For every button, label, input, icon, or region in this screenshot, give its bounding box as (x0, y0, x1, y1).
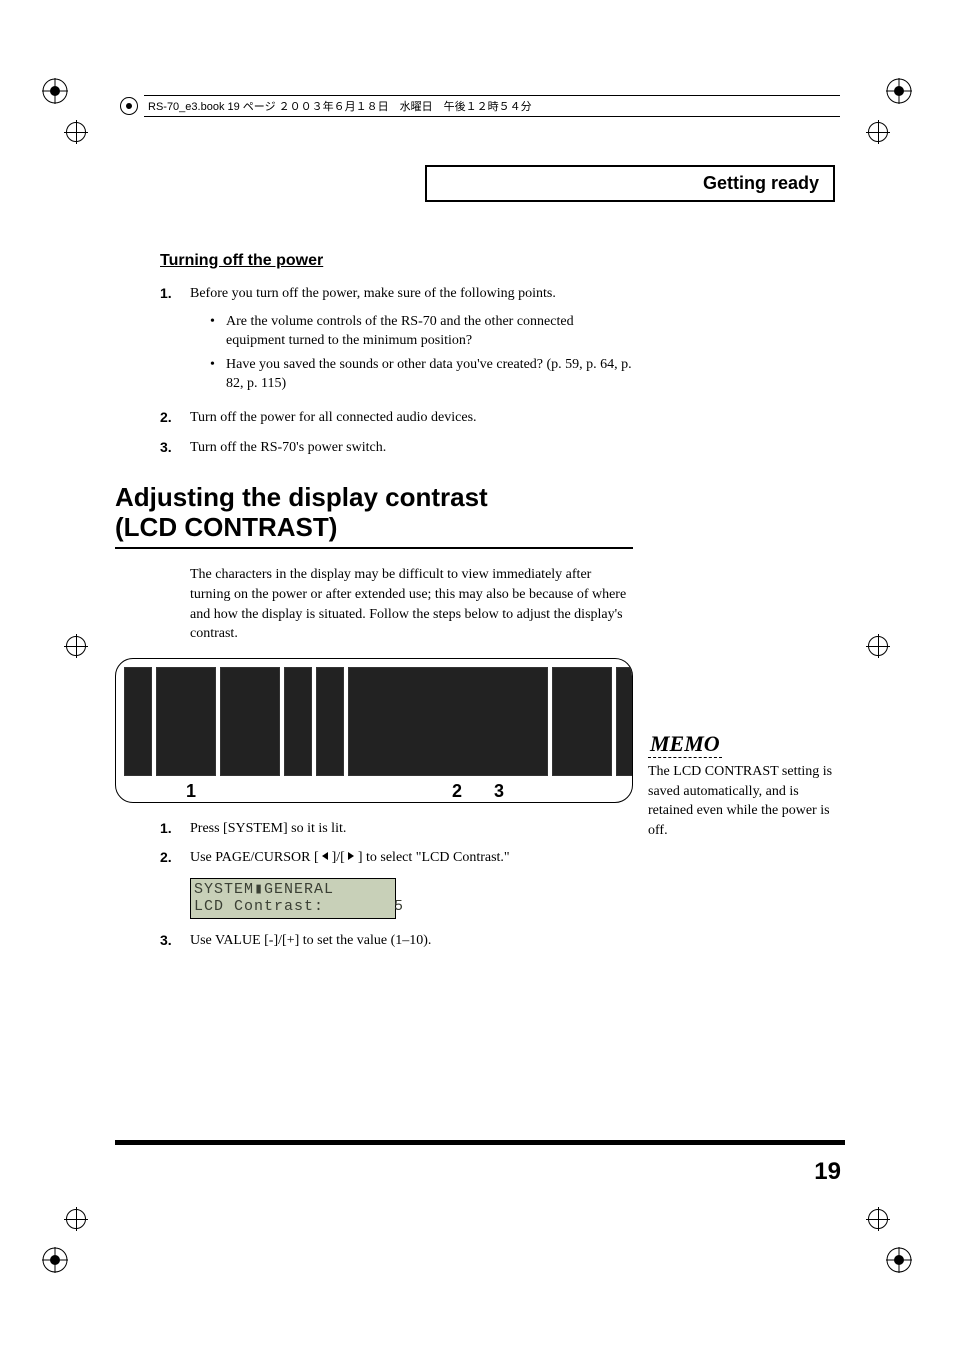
bullet-icon: • (210, 312, 226, 351)
step-text: Turn off the power for all connected aud… (190, 408, 635, 428)
sub-item: Have you saved the sounds or other data … (226, 355, 635, 394)
diagram-callout-2: 2 (452, 781, 462, 802)
bullet-icon: • (210, 355, 226, 394)
memo-text: The LCD CONTRAST setting is saved automa… (648, 762, 846, 840)
heading-rule (115, 547, 633, 550)
step-number: 1. (160, 819, 190, 839)
footer-rule (115, 1140, 845, 1145)
step-text: Use PAGE/CURSOR [ ]/[ ] to select "LCD C… (190, 848, 635, 868)
target-icon (120, 97, 138, 115)
intro-paragraph: The characters in the display may be dif… (190, 565, 635, 643)
step-number: 2. (160, 408, 190, 428)
diagram-callout-3: 3 (494, 781, 504, 802)
lcd-screenshot: SYSTEM▮GENERAL LCD Contrast: 5 (190, 878, 396, 919)
page-number: 19 (814, 1158, 841, 1186)
step-text: Turn off the RS-70's power switch. (190, 438, 635, 458)
memo-label: MEMO (648, 731, 722, 758)
memo-sidebar: MEMO The LCD CONTRAST setting is saved a… (648, 731, 846, 840)
step-text: Use VALUE [-]/[+] to set the value (1–10… (190, 931, 635, 951)
chapter-title: Getting ready (703, 173, 819, 193)
step-number: 2. (160, 848, 190, 868)
sub-item: Are the volume controls of the RS-70 and… (226, 312, 635, 351)
step-text: Before you turn off the power, make sure… (190, 286, 556, 301)
section-heading-power-off: Turning off the power (160, 252, 845, 270)
step-number: 1. (160, 284, 190, 398)
chapter-header: Getting ready (425, 165, 835, 202)
framemaker-book-info: RS-70_e3.book 19 ページ ２００３年６月１８日 水曜日 午後１２… (120, 95, 840, 117)
book-info-text: RS-70_e3.book 19 ページ ２００３年６月１８日 水曜日 午後１２… (144, 95, 840, 117)
step-number: 3. (160, 438, 190, 458)
keyboard-panel-diagram: 1 2 3 (115, 658, 633, 803)
step-text: Press [SYSTEM] so it is lit. (190, 819, 635, 839)
section-heading-contrast: Adjusting the display contrast (LCD CONT… (115, 483, 845, 543)
contrast-steps-cont: 3. Use VALUE [-]/[+] to set the value (1… (160, 931, 845, 951)
diagram-callout-1: 1 (186, 781, 196, 802)
power-off-steps: 1. Before you turn off the power, make s… (160, 284, 845, 457)
step-number: 3. (160, 931, 190, 951)
